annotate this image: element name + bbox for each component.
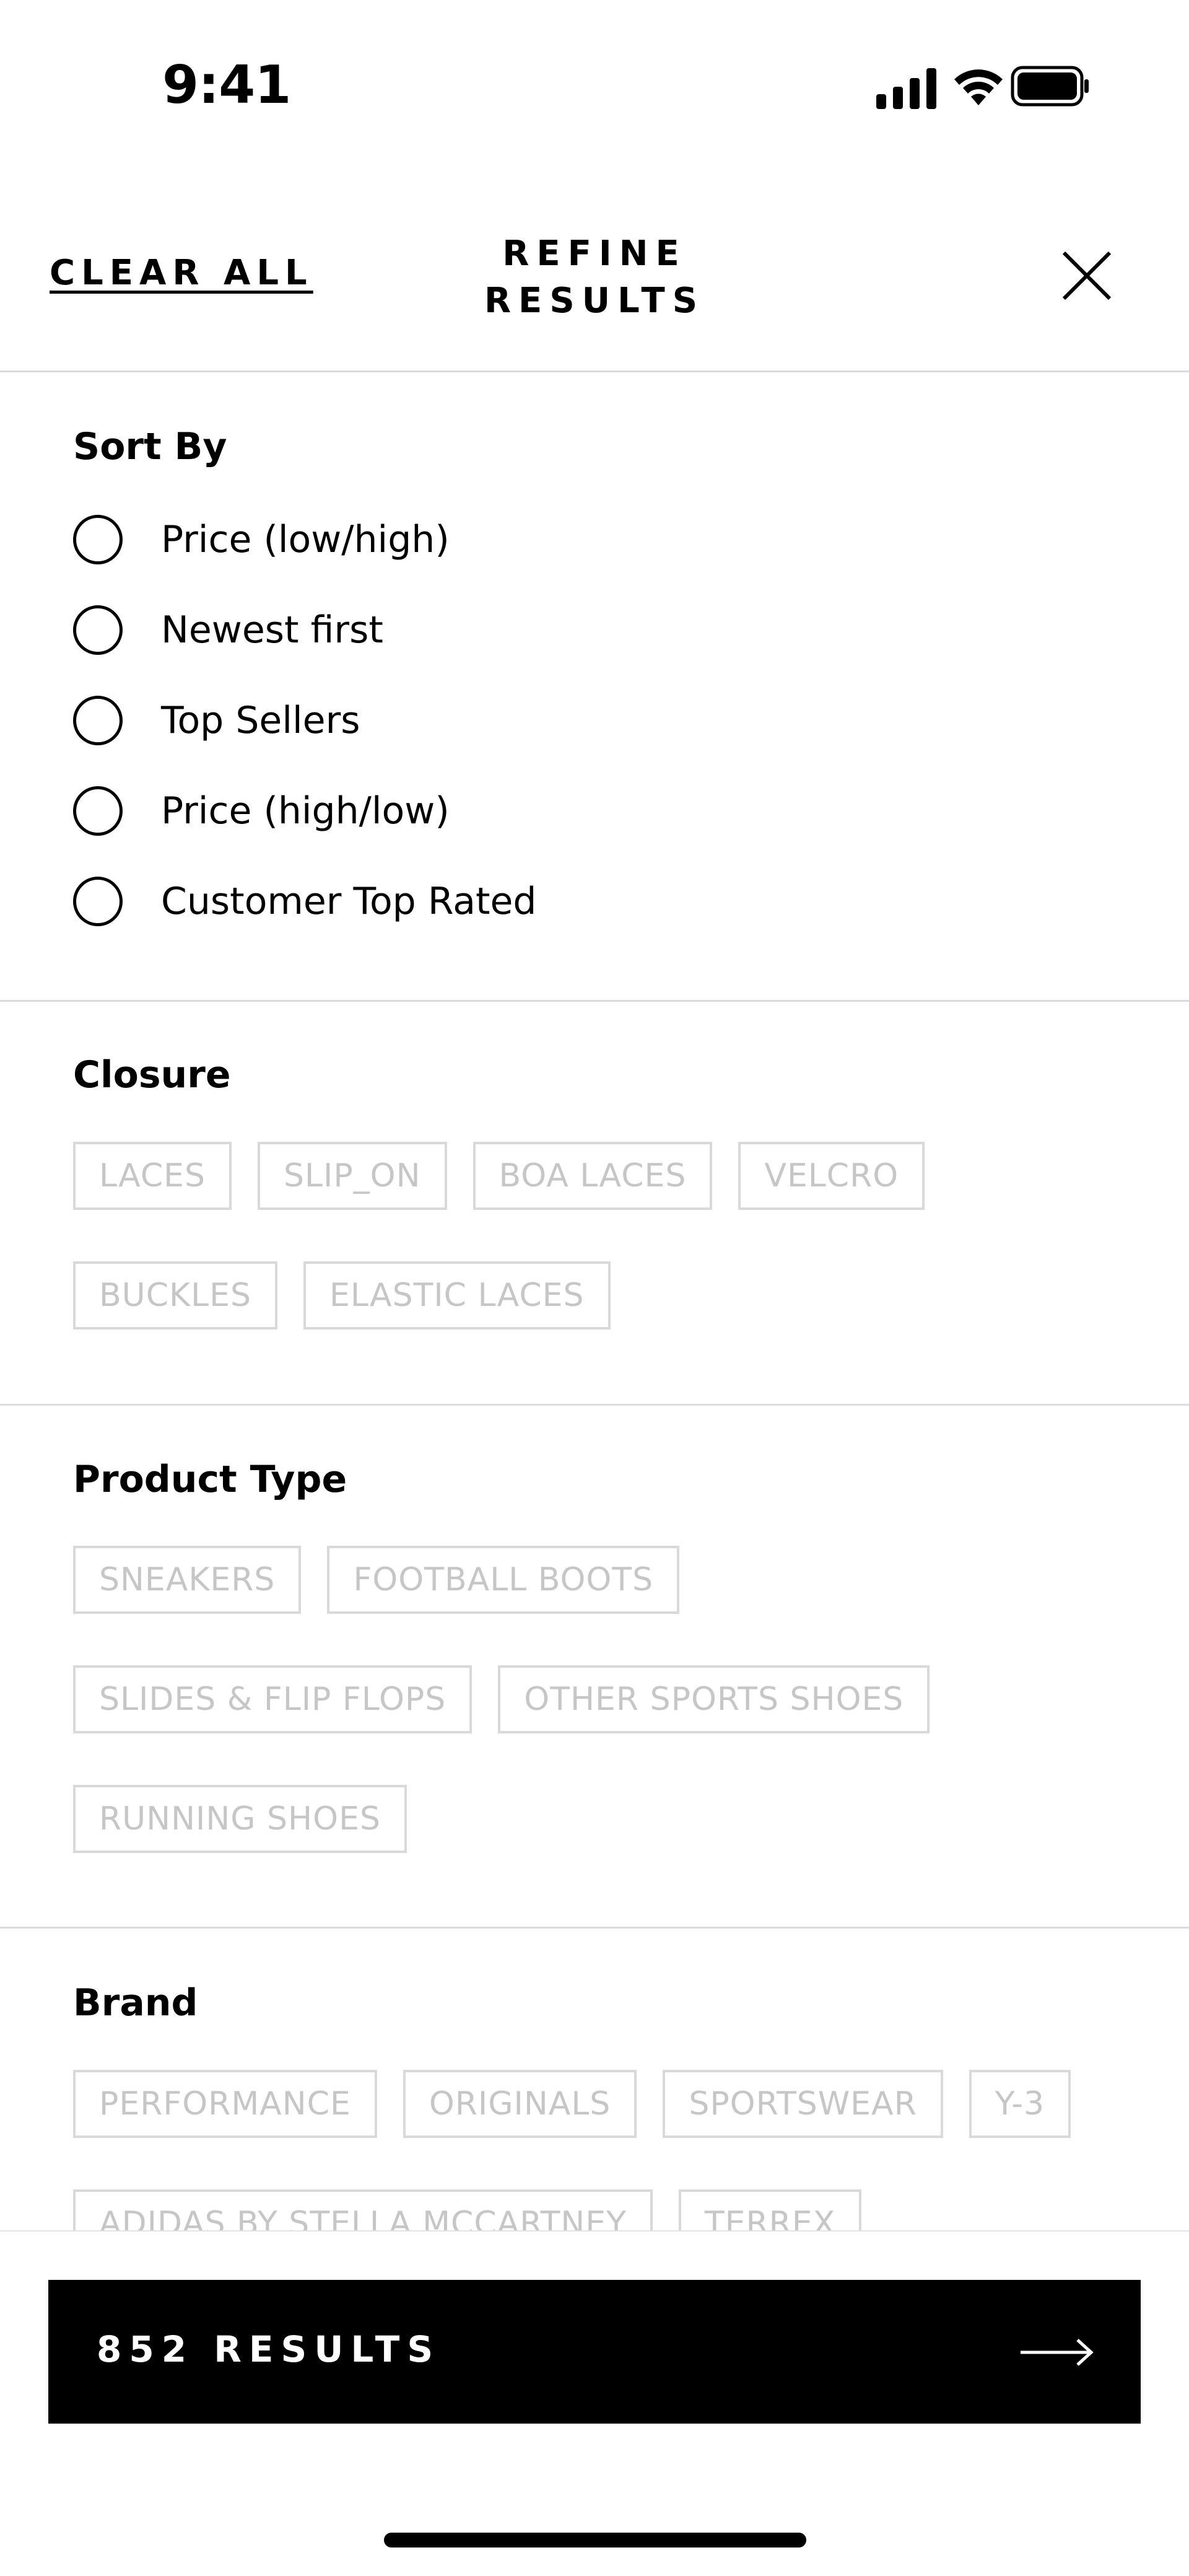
sort-option-label: Customer Top Rated	[161, 880, 537, 923]
radio-button[interactable]	[73, 786, 123, 836]
sort-option-price-high-low[interactable]: Price (high/low)	[73, 783, 450, 839]
closure-chip-velcro[interactable]: VELCRO	[738, 1142, 925, 1210]
brand-chip-row: PERFORMANCE ORIGINALS SPORTSWEAR Y-3	[73, 2070, 1071, 2138]
closure-chip-elastic-laces[interactable]: ELASTIC LACES	[303, 1261, 611, 1330]
radio-button[interactable]	[73, 605, 123, 655]
refine-header: CLEAR ALL REFINE RESULTS	[0, 173, 1189, 372]
brand-chip-y-3[interactable]: Y-3	[969, 2070, 1071, 2138]
sort-option-label: Price (high/low)	[161, 789, 450, 833]
closure-chip-slip-on[interactable]: SLIP_ON	[258, 1142, 447, 1210]
radio-button[interactable]	[73, 877, 123, 926]
closure-chip-boa-laces[interactable]: BOA LACES	[473, 1142, 713, 1210]
radio-button[interactable]	[73, 696, 123, 745]
sort-option-customer-top-rated[interactable]: Customer Top Rated	[73, 874, 537, 929]
section-divider	[0, 1927, 1189, 1929]
home-indicator	[384, 2533, 806, 2548]
product-type-chip-football-boots[interactable]: FOOTBALL BOOTS	[327, 1546, 680, 1614]
cellular-signal-icon	[876, 68, 936, 109]
radio-button[interactable]	[73, 515, 123, 564]
product-type-chip-row: SNEAKERS FOOTBALL BOOTS	[73, 1546, 680, 1614]
brand-chip-originals[interactable]: ORIGINALS	[403, 2070, 637, 2138]
section-divider	[0, 1000, 1189, 1002]
sort-option-label: Price (low/high)	[161, 518, 450, 561]
status-time: 9:41	[162, 55, 291, 116]
product-type-chip-sneakers[interactable]: SNEAKERS	[73, 1546, 302, 1614]
sort-option-newest-first[interactable]: Newest first	[73, 602, 383, 658]
header-divider	[0, 370, 1189, 372]
battery-icon	[1011, 66, 1089, 107]
sort-by-title: Sort By	[73, 425, 227, 468]
sort-option-label: Top Sellers	[161, 699, 360, 742]
arrow-right-icon	[1021, 2339, 1094, 2366]
results-count-label: 852 RESULTS	[97, 2328, 441, 2370]
product-type-chip-row: RUNNING SHOES	[73, 1785, 407, 1853]
section-divider	[0, 1404, 1189, 1406]
bottom-panel-divider	[0, 2230, 1189, 2232]
page-title: REFINE RESULTS	[0, 230, 1189, 325]
closure-chip-row: LACES SLIP_ON BOA LACES VELCRO	[73, 1142, 925, 1210]
close-icon[interactable]	[1059, 248, 1115, 304]
product-type-chip-row: SLIDES & FLIP FLOPS OTHER SPORTS SHOES	[73, 1665, 930, 1733]
closure-title: Closure	[73, 1053, 231, 1097]
sort-option-top-sellers[interactable]: Top Sellers	[73, 693, 360, 748]
brand-chip-performance[interactable]: PERFORMANCE	[73, 2070, 377, 2138]
show-results-button[interactable]: 852 RESULTS	[48, 2280, 1141, 2424]
brand-title: Brand	[73, 1981, 198, 2025]
closure-chip-buckles[interactable]: BUCKLES	[73, 1261, 277, 1330]
page-title-line2: RESULTS	[484, 281, 705, 321]
wifi-icon	[954, 69, 1003, 105]
product-type-title: Product Type	[73, 1458, 347, 1501]
sort-option-label: Newest first	[161, 608, 383, 652]
product-type-chip-slides-flip-flops[interactable]: SLIDES & FLIP FLOPS	[73, 1665, 473, 1733]
closure-chip-laces[interactable]: LACES	[73, 1142, 232, 1210]
closure-chip-row: BUCKLES ELASTIC LACES	[73, 1261, 611, 1330]
sort-option-price-low-high[interactable]: Price (low/high)	[73, 512, 450, 567]
status-bar: 9:41	[0, 0, 1189, 173]
product-type-chip-running-shoes[interactable]: RUNNING SHOES	[73, 1785, 407, 1853]
brand-chip-sportswear[interactable]: SPORTSWEAR	[663, 2070, 943, 2138]
product-type-chip-other-sports-shoes[interactable]: OTHER SPORTS SHOES	[498, 1665, 930, 1733]
page-title-line1: REFINE	[502, 234, 687, 274]
